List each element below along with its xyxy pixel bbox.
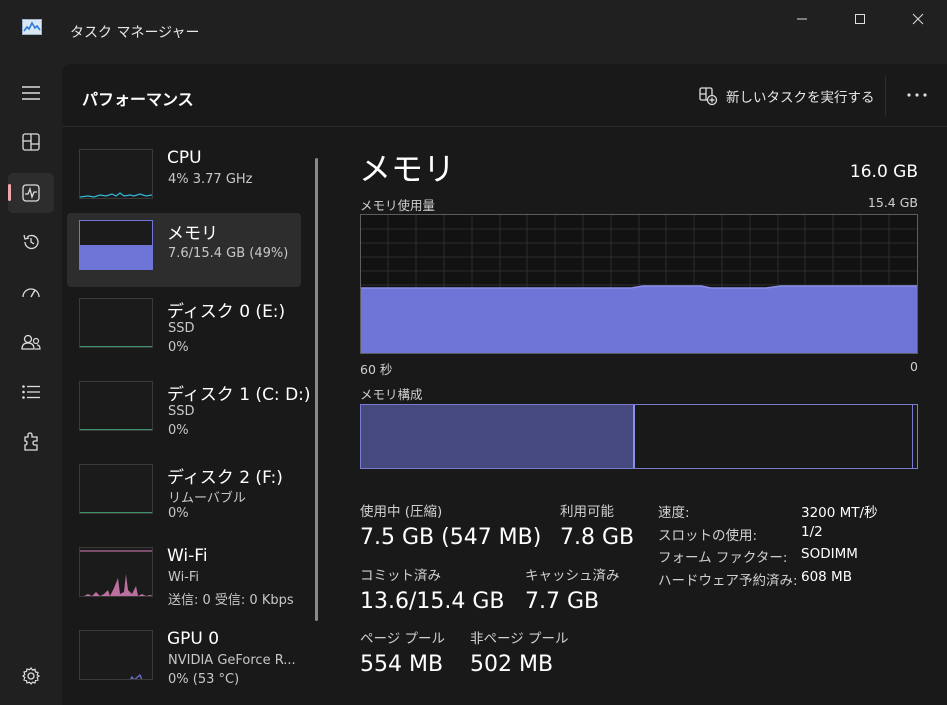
resource-usage: 0% — [168, 340, 189, 355]
header-separator — [885, 76, 886, 116]
users-icon — [21, 334, 41, 350]
more-dots-icon — [907, 93, 927, 97]
prop-slots-label: スロットの使用: — [658, 528, 758, 544]
disk-2-thumbnail-graph — [79, 464, 153, 514]
wifi-thumbnail-graph — [79, 547, 153, 597]
nav-startup-apps-button[interactable] — [8, 272, 54, 312]
composition-label: メモリ構成 — [360, 387, 423, 402]
resource-usage: 0% (53 °C) — [168, 672, 240, 687]
prop-speed-label: 速度: — [658, 505, 690, 521]
available-label: 利用可能 — [560, 504, 614, 520]
minimize-button[interactable] — [774, 0, 830, 38]
resource-item-gpu-0[interactable]: GPU 0 NVIDIA GeForce R... 0% (53 °C) — [67, 623, 301, 697]
resource-detail: リムーバブル — [168, 491, 246, 506]
resource-name: Wi-Fi — [167, 546, 208, 566]
in-use-label: 使用中 (圧縮) — [360, 504, 443, 520]
app-title: タスク マネージャー — [70, 25, 200, 41]
nav-settings-button[interactable] — [8, 656, 54, 696]
hamburger-menu-button[interactable] — [8, 73, 54, 113]
nav-app-history-button[interactable] — [8, 222, 54, 262]
resource-item-disk-2[interactable]: ディスク 2 (F:) リムーバブル 0% — [67, 457, 301, 531]
resource-name: ディスク 1 (C: D:) — [167, 385, 311, 405]
usage-graph-label: メモリ使用量 — [360, 198, 436, 213]
new-task-icon — [699, 87, 718, 106]
prop-form-factor-value: SODIMM — [801, 546, 858, 562]
details-list-icon — [22, 385, 40, 399]
detail-title: メモリ — [359, 150, 456, 188]
resource-item-cpu[interactable]: CPU 4% 3.77 GHz — [67, 142, 301, 216]
nav-processes-button[interactable] — [8, 122, 54, 162]
resource-detail: SSD — [168, 404, 195, 419]
nonpaged-pool-label: 非ページ プール — [470, 631, 569, 647]
memory-total: 16.0 GB — [849, 162, 918, 182]
resource-name: ディスク 2 (F:) — [167, 468, 283, 488]
resource-name: メモリ — [167, 224, 218, 244]
prop-form-factor-label: フォーム ファクター: — [658, 550, 788, 566]
usage-graph-max: 15.4 GB — [867, 195, 918, 210]
prop-hw-reserved-value: 608 MB — [801, 569, 852, 585]
disk-0-thumbnail-graph — [79, 298, 153, 348]
composition-reserved — [912, 405, 915, 468]
cached-label: キャッシュ済み — [525, 568, 620, 584]
paged-pool-value: 554 MB — [360, 652, 444, 677]
prop-speed-value: 3200 MT/秒 — [801, 505, 878, 521]
graph-axis-right: 0 — [910, 359, 918, 374]
nav-selection-indicator — [8, 184, 11, 201]
memory-usage-graph-svg — [361, 215, 917, 353]
disk-1-thumbnail-graph — [79, 381, 153, 431]
committed-value: 13.6/15.4 GB — [360, 589, 505, 614]
cpu-thumbnail-graph — [79, 149, 153, 199]
nav-services-button[interactable] — [8, 422, 54, 462]
graph-axis-left: 60 秒 — [360, 362, 393, 377]
hamburger-icon — [22, 86, 40, 100]
nav-users-button[interactable] — [8, 322, 54, 362]
page-title: パフォーマンス — [82, 90, 194, 109]
resource-detail: 7.6/15.4 GB (49%) — [168, 246, 289, 261]
header-divider — [62, 126, 947, 127]
history-icon — [23, 234, 39, 250]
memory-usage-graph — [360, 214, 918, 354]
nonpaged-pool-value: 502 MB — [470, 652, 554, 677]
nav-performance-button[interactable] — [8, 173, 54, 213]
resource-detail: SSD — [168, 321, 195, 336]
close-button[interactable] — [890, 0, 946, 38]
prop-slots-value: 1/2 — [801, 524, 823, 540]
resource-list-scrollbar[interactable] — [315, 158, 318, 621]
run-new-task-label: 新しいタスクを実行する — [726, 90, 875, 106]
resource-item-memory[interactable]: メモリ 7.6/15.4 GB (49%) — [67, 213, 301, 287]
resource-detail: NVIDIA GeForce R... — [168, 653, 296, 668]
prop-hw-reserved-label: ハードウェア予約済み: — [658, 573, 798, 589]
available-value: 7.8 GB — [560, 525, 635, 550]
startup-icon — [22, 288, 40, 298]
committed-label: コミット済み — [360, 568, 441, 584]
resource-detail: 4% 3.77 GHz — [168, 172, 253, 187]
more-options-button[interactable] — [897, 80, 937, 110]
app-icon — [22, 19, 42, 35]
resource-item-disk-0[interactable]: ディスク 0 (E:) SSD 0% — [67, 291, 301, 365]
performance-icon — [22, 184, 40, 202]
run-new-task-button[interactable]: 新しいタスクを実行する — [698, 84, 875, 108]
cached-value: 7.7 GB — [525, 589, 600, 614]
resource-usage: 送信: 0 受信: 0 Kbps — [168, 593, 294, 608]
services-puzzle-icon — [24, 432, 38, 451]
resource-item-disk-1[interactable]: ディスク 1 (C: D:) SSD 0% — [67, 374, 311, 448]
resource-name: CPU — [167, 148, 202, 168]
resource-item-wifi[interactable]: Wi-Fi Wi-Fi 送信: 0 受信: 0 Kbps — [67, 540, 301, 614]
nav-details-button[interactable] — [8, 372, 54, 412]
paged-pool-label: ページ プール — [360, 631, 446, 647]
gear-icon — [22, 667, 40, 685]
resource-name: GPU 0 — [167, 629, 220, 649]
maximize-button[interactable] — [832, 0, 888, 38]
resource-name: ディスク 0 (E:) — [167, 302, 286, 322]
resource-usage: 0% — [168, 506, 189, 521]
in-use-value: 7.5 GB (547 MB) — [360, 525, 542, 550]
resource-detail: Wi-Fi — [168, 570, 200, 585]
composition-in-use — [361, 405, 636, 468]
memory-thumbnail-graph — [79, 220, 153, 270]
resource-usage: 0% — [168, 423, 189, 438]
memory-composition-bar — [360, 404, 918, 469]
gpu-0-thumbnail-graph — [79, 630, 153, 680]
processes-icon — [22, 133, 40, 151]
